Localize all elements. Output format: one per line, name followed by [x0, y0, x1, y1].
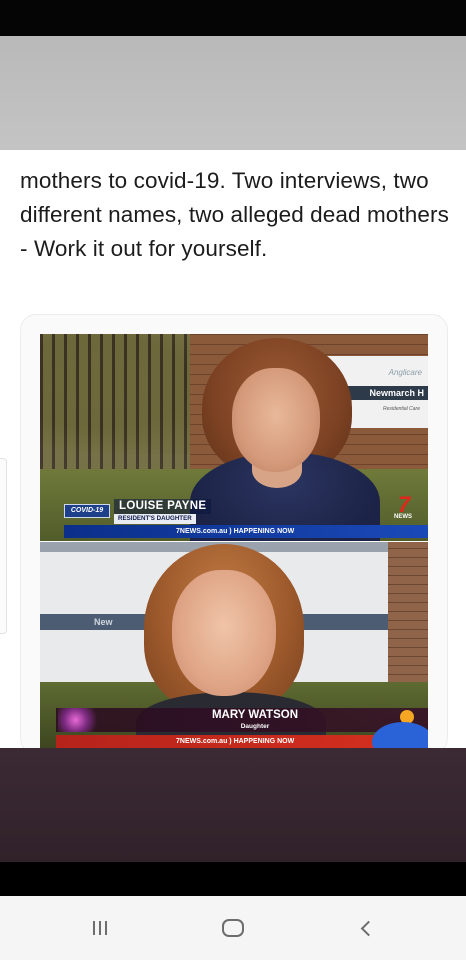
interviewee-face — [232, 368, 320, 472]
side-panel-handle[interactable] — [0, 458, 7, 634]
black-band — [0, 862, 466, 896]
recent-apps-button[interactable] — [80, 914, 120, 942]
back-icon — [360, 920, 377, 936]
post-text: mothers to covid-19. Two interviews, two… — [20, 168, 449, 261]
cropped-header-area — [0, 36, 466, 150]
sign-bar-text: New — [94, 617, 113, 627]
status-bar-area — [0, 0, 466, 36]
lower-third-name: LOUISE PAYNE — [114, 499, 212, 514]
channel-7-logo-icon: 7 NEWS — [394, 492, 412, 521]
news-ticker-text: 7NEWS.com.au ) HAPPENING NOW — [176, 528, 295, 535]
android-navigation-bar — [0, 896, 466, 960]
brick-wall — [388, 542, 428, 692]
recent-apps-icon — [93, 921, 107, 935]
sign-name-text: Newmarch H — [369, 388, 424, 398]
covid-tag: COVID-19 — [64, 504, 110, 518]
lower-third-burst-icon — [58, 708, 102, 732]
sign-sub-text: Residential Care — [383, 406, 420, 412]
interviewee-face — [172, 570, 276, 696]
home-button[interactable] — [213, 914, 253, 942]
back-button[interactable] — [346, 914, 386, 942]
lower-third-role: RESIDENT'S DAUGHTER — [114, 514, 196, 524]
news-screenshot-bottom: New MARY WATSON Daughter 7NEWS.com.au ) … — [40, 542, 428, 748]
lower-third-role: Daughter — [240, 723, 270, 730]
sign-brand-text: Anglicare — [388, 368, 422, 377]
news-screenshot-top: Anglicare Newmarch H Residential Care CO… — [40, 334, 428, 541]
news-ticker-text: 7NEWS.com.au ) HAPPENING NOW — [176, 738, 295, 745]
news-ticker: 7NEWS.com.au ) HAPPENING NOW — [64, 525, 428, 538]
lower-third-name: MARY WATSON — [211, 709, 299, 721]
fence-background — [40, 334, 200, 484]
home-icon — [222, 919, 244, 937]
